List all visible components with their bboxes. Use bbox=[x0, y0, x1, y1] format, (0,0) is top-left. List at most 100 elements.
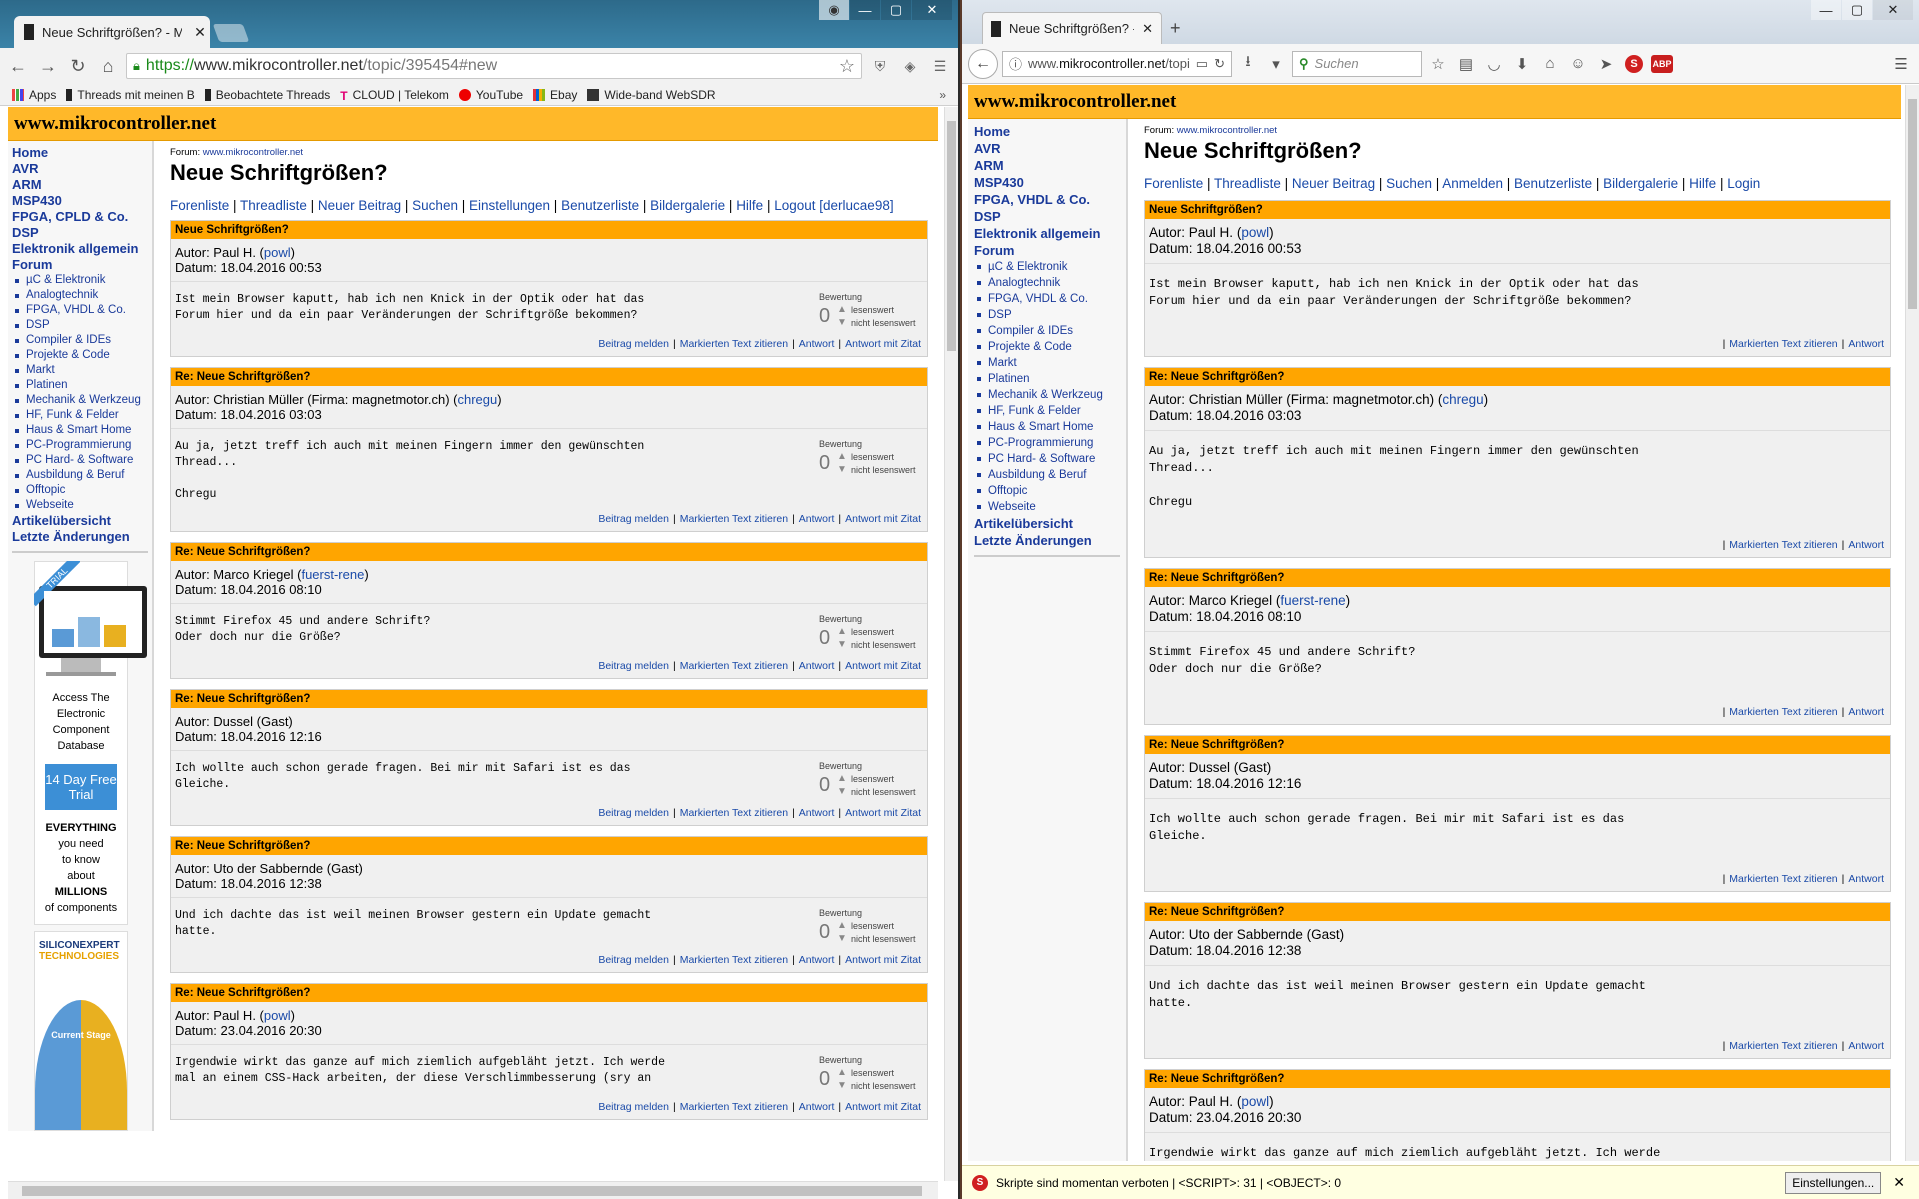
sidebar-forum-item[interactable]: Mechanik & Werkzeug bbox=[974, 387, 1120, 403]
new-tab-button[interactable]: + bbox=[1170, 18, 1181, 39]
nav-link[interactable]: Logout bbox=[774, 198, 815, 213]
sidebar-forum-item[interactable]: Haus & Smart Home bbox=[974, 419, 1120, 435]
sidebar-forum-item[interactable]: DSP bbox=[974, 307, 1120, 323]
ublock-icon[interactable]: ⛨ bbox=[868, 54, 892, 78]
sidebar-item[interactable]: ARM bbox=[974, 157, 1120, 174]
sidebar-item[interactable]: MSP430 bbox=[12, 193, 148, 209]
post-action-link[interactable]: Antwort mit Zitat bbox=[845, 513, 921, 525]
post-user-link[interactable]: fuerst-rene bbox=[301, 567, 364, 582]
tab-close-icon[interactable]: ✕ bbox=[190, 24, 210, 41]
vote-down[interactable]: ▼ nicht lesenswert bbox=[837, 317, 916, 328]
arrow-down-icon[interactable]: ▼ bbox=[837, 1080, 847, 1091]
menu-icon[interactable]: ☰ bbox=[928, 54, 952, 78]
bookmark-watched[interactable]: Beobachtete Threads bbox=[204, 88, 330, 102]
sidebar-forum-item[interactable]: Mechanik & Werkzeug bbox=[12, 393, 148, 408]
post-user-link[interactable]: powl bbox=[264, 1008, 291, 1023]
vote-down[interactable]: ▼ nicht lesenswert bbox=[837, 933, 916, 944]
post-action-link[interactable]: Antwort mit Zitat bbox=[845, 1101, 921, 1113]
forum-link[interactable]: www.mikrocontroller.net bbox=[1177, 125, 1277, 136]
nav-link[interactable]: Neuer Beitrag bbox=[1292, 176, 1375, 191]
sidebar-item[interactable]: ARM bbox=[12, 177, 148, 193]
vote-down[interactable]: ▼ nicht lesenswert bbox=[837, 464, 916, 475]
post-action-link[interactable]: Markierten Text zitieren bbox=[1729, 873, 1837, 885]
sidebar-forum-item[interactable]: Projekte & Code bbox=[974, 339, 1120, 355]
bookmark-apps[interactable]: Apps bbox=[12, 88, 56, 102]
sidebar-forum-item[interactable]: PC-Programmierung bbox=[12, 438, 148, 453]
sidebar-item[interactable]: MSP430 bbox=[974, 174, 1120, 191]
vote-up[interactable]: ▲ lesenswert bbox=[837, 304, 916, 315]
sidebar-forum-item[interactable]: Offtopic bbox=[12, 483, 148, 498]
post-action-link[interactable]: Antwort bbox=[799, 807, 835, 819]
noscript-settings-button[interactable]: Einstellungen... bbox=[1785, 1171, 1882, 1194]
close-icon[interactable]: ✕ bbox=[912, 0, 952, 20]
nav-link[interactable]: Login bbox=[1727, 176, 1760, 191]
noscript-icon[interactable]: S bbox=[1622, 52, 1646, 76]
vote-up[interactable]: ▲ lesenswert bbox=[837, 773, 916, 784]
sidebar-forum-item[interactable]: Platinen bbox=[12, 378, 148, 393]
maximize-icon[interactable]: ▢ bbox=[881, 0, 911, 20]
address-bar[interactable]: 🔒︎ https://www.mikrocontroller.net/topic… bbox=[126, 53, 862, 79]
sidebar-forum-item[interactable]: FPGA, VHDL & Co. bbox=[974, 291, 1120, 307]
post-action-link[interactable]: Markierten Text zitieren bbox=[1729, 539, 1837, 551]
sidebar-forum-item[interactable]: µC & Elektronik bbox=[974, 259, 1120, 275]
arrow-up-icon[interactable]: ▲ bbox=[837, 304, 847, 315]
sidebar-forum-item[interactable]: FPGA, VHDL & Co. bbox=[12, 303, 148, 318]
ad-current-stage[interactable]: SILICONEXPERT TECHNOLOGIES Current Stage bbox=[34, 931, 128, 1131]
close-icon[interactable]: ✕ bbox=[1873, 0, 1913, 20]
nav-link[interactable]: Neuer Beitrag bbox=[318, 198, 401, 213]
firefox-tab[interactable]: Neue Schriftgrößen? - Mikr... ✕ bbox=[982, 12, 1162, 44]
ad-siliconexpert[interactable]: TRIAL Access The Electronic Component Da… bbox=[34, 561, 147, 925]
sidebar-forum-item[interactable]: Analogtechnik bbox=[974, 275, 1120, 291]
post-action-link[interactable]: Beitrag melden bbox=[598, 954, 669, 966]
post-action-link[interactable]: Markierten Text zitieren bbox=[680, 338, 788, 350]
sidebar-forum-item[interactable]: HF, Funk & Felder bbox=[12, 408, 148, 423]
back-icon[interactable]: ← bbox=[968, 48, 998, 79]
clipboard-icon[interactable]: ▤ bbox=[1454, 52, 1478, 76]
nav-link[interactable]: Anmelden bbox=[1442, 176, 1503, 191]
vote-up[interactable]: ▲ lesenswert bbox=[837, 451, 916, 462]
tab-close-icon[interactable]: ✕ bbox=[1142, 21, 1153, 37]
nav-link[interactable]: Bildergalerie bbox=[1603, 176, 1678, 191]
reload-icon[interactable]: ↻ bbox=[1214, 56, 1225, 72]
vertical-scrollbar[interactable] bbox=[944, 107, 958, 1181]
reload-icon[interactable]: ↻ bbox=[66, 54, 90, 78]
post-user-link[interactable]: chregu bbox=[457, 392, 497, 407]
bookmarks-more-icon[interactable]: » bbox=[939, 88, 946, 102]
nav-link[interactable]: Forenliste bbox=[1144, 176, 1203, 191]
sidebar-forum-item[interactable]: Compiler & IDEs bbox=[12, 333, 148, 348]
bookmark-threads[interactable]: Threads mit meinen B bbox=[66, 88, 195, 102]
close-icon[interactable]: ✕ bbox=[1889, 1174, 1909, 1191]
post-action-link[interactable]: Beitrag melden bbox=[598, 1101, 669, 1113]
sidebar-item[interactable]: FPGA, CPLD & Co. bbox=[12, 209, 148, 225]
nav-link[interactable]: Hilfe bbox=[1689, 176, 1716, 191]
horizontal-scrollbar[interactable] bbox=[8, 1181, 938, 1199]
arrow-up-icon[interactable]: ▲ bbox=[837, 920, 847, 931]
vote-up[interactable]: ▲ lesenswert bbox=[837, 626, 916, 637]
sidebar-item[interactable]: Letzte Änderungen bbox=[12, 529, 148, 545]
nav-link[interactable]: Suchen bbox=[412, 198, 458, 213]
bookmark-ebay[interactable]: Ebay bbox=[533, 88, 577, 102]
sidebar-forum-item[interactable]: Webseite bbox=[12, 498, 148, 513]
sidebar-forum-item[interactable]: HF, Funk & Felder bbox=[974, 403, 1120, 419]
post-user-link[interactable]: powl bbox=[1241, 1094, 1269, 1109]
sidebar-item[interactable]: Forum bbox=[12, 257, 148, 273]
post-action-link[interactable]: Antwort bbox=[1848, 338, 1884, 350]
post-action-link[interactable]: Antwort mit Zitat bbox=[845, 660, 921, 672]
post-action-link[interactable]: Antwort bbox=[799, 513, 835, 525]
adblock-icon[interactable]: ABP bbox=[1650, 52, 1674, 76]
post-action-link[interactable]: Markierten Text zitieren bbox=[680, 1101, 788, 1113]
post-user-link[interactable]: chregu bbox=[1442, 392, 1483, 407]
arrow-up-icon[interactable]: ▲ bbox=[837, 451, 847, 462]
new-tab-button[interactable] bbox=[212, 24, 250, 42]
sidebar-item[interactable]: FPGA, VHDL & Co. bbox=[974, 191, 1120, 208]
sidebar-forum-item[interactable]: Analogtechnik bbox=[12, 288, 148, 303]
post-action-link[interactable]: Antwort mit Zitat bbox=[845, 954, 921, 966]
sidebar-forum-item[interactable]: Platinen bbox=[974, 371, 1120, 387]
sidebar-forum-item[interactable]: PC-Programmierung bbox=[974, 435, 1120, 451]
sidebar-forum-item[interactable]: Compiler & IDEs bbox=[974, 323, 1120, 339]
post-action-link[interactable]: Markierten Text zitieren bbox=[1729, 706, 1837, 718]
sidebar-item[interactable]: Forum bbox=[974, 242, 1120, 259]
post-action-link[interactable]: Antwort bbox=[799, 954, 835, 966]
sidebar-forum-item[interactable]: Markt bbox=[12, 363, 148, 378]
sidebar-forum-item[interactable]: Webseite bbox=[974, 499, 1120, 515]
